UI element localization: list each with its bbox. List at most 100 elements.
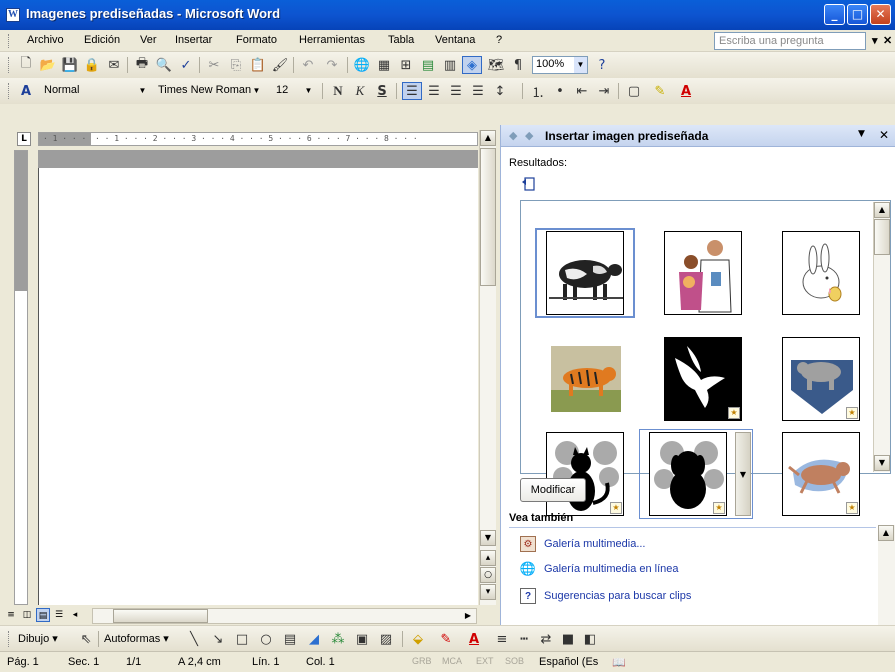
document-vertical-scrollbar[interactable]: ▲ ▼ ▴ ○ ▾ xyxy=(479,130,496,605)
drawing-icon[interactable]: ◈ xyxy=(462,56,482,74)
autoshapes-menu[interactable]: Autoformas ▾ xyxy=(104,632,169,645)
menu-ventana[interactable]: Ventana xyxy=(435,34,475,46)
modify-button[interactable]: Modificar xyxy=(520,478,586,502)
scroll-down-icon[interactable]: ▼ xyxy=(480,530,496,546)
scroll-up-icon[interactable]: ▲ xyxy=(480,130,496,146)
scroll-thumb[interactable] xyxy=(480,148,496,286)
menu-herramientas[interactable]: Herramientas xyxy=(299,34,365,46)
formatting-toolbar-grip[interactable] xyxy=(8,83,11,99)
borders-icon[interactable]: ▢ xyxy=(624,82,644,100)
hscroll-thumb[interactable] xyxy=(113,609,208,623)
clip-options-dropdown[interactable]: ▼ xyxy=(735,432,751,516)
next-page-icon[interactable]: ▾ xyxy=(480,584,496,600)
textbox-icon[interactable]: ▤ xyxy=(280,630,300,648)
chevron-down-icon[interactable]: ▼ xyxy=(250,83,263,99)
arrow-icon[interactable]: ↘ xyxy=(208,630,228,648)
back-icon[interactable]: ◆ xyxy=(509,129,517,142)
new-document-icon[interactable]: 🗋 xyxy=(16,56,36,74)
rectangle-icon[interactable]: □ xyxy=(232,630,252,648)
tab-selector[interactable]: L xyxy=(17,132,31,146)
minimize-button[interactable]: _ xyxy=(824,4,845,25)
chevron-down-icon[interactable]: ▼ xyxy=(136,83,149,99)
standard-toolbar-grip[interactable] xyxy=(8,57,11,73)
close-document-icon[interactable]: ✕ xyxy=(883,34,892,47)
clip-dove[interactable]: ★ xyxy=(653,334,753,424)
status-language[interactable]: Español (Es xyxy=(539,656,598,668)
shadow-icon[interactable]: ■ xyxy=(558,630,578,648)
arrow-style-icon[interactable]: ⇄ xyxy=(536,630,556,648)
clip-bear-arrow[interactable]: ★ xyxy=(771,334,871,424)
align-center-icon[interactable]: ☰ xyxy=(424,82,444,100)
clip-cat-jumping[interactable]: ★ xyxy=(771,429,871,519)
previous-page-icon[interactable]: ▴ xyxy=(480,550,496,566)
word-app-icon[interactable]: W xyxy=(6,8,20,22)
document-horizontal-scrollbar[interactable]: ▶ xyxy=(92,608,477,624)
align-left-icon[interactable]: ☰ xyxy=(402,82,422,100)
picture-icon[interactable]: ▨ xyxy=(376,630,396,648)
print-layout-icon[interactable]: ▤ xyxy=(36,608,50,622)
gallery-scrollbar[interactable]: ▲ ▼ xyxy=(873,202,890,472)
font-color-icon[interactable]: A xyxy=(676,82,696,100)
clip-tiger[interactable] xyxy=(535,334,635,424)
status-ext[interactable]: EXT xyxy=(476,656,494,666)
spelling-status-icon[interactable]: 📖 xyxy=(612,656,626,669)
clip-doctor-family[interactable] xyxy=(653,228,753,318)
task-pane-scrollbar[interactable]: ▲ xyxy=(878,525,895,625)
drawing-toolbar-grip[interactable] xyxy=(8,631,11,647)
gallery-scroll-thumb[interactable] xyxy=(874,219,890,255)
menu-ver[interactable]: Ver xyxy=(140,34,157,46)
task-pane-menu-icon[interactable]: ▼ xyxy=(858,129,865,139)
print-preview-icon[interactable]: 🔍 xyxy=(154,56,174,74)
task-pane-close-icon[interactable]: ✕ xyxy=(879,128,889,142)
zoom-select[interactable]: 100% ▼ xyxy=(532,56,588,74)
line-color-icon[interactable]: ✎ xyxy=(436,630,456,648)
clip-cow[interactable] xyxy=(535,228,635,318)
forward-icon[interactable]: ◆ xyxy=(525,129,533,142)
select-objects-icon[interactable]: ⇖ xyxy=(76,630,96,648)
fill-color-icon[interactable]: ⬙ xyxy=(408,630,428,648)
styles-icon[interactable]: A xyxy=(16,82,36,100)
menu-formato[interactable]: Formato xyxy=(236,34,277,46)
hyperlink-icon[interactable]: 🌐 xyxy=(352,56,372,74)
print-icon[interactable]: 🖶 xyxy=(132,56,152,74)
bullets-icon[interactable]: • xyxy=(550,82,570,100)
link-media-gallery[interactable]: ⚙ Galería multimedia... xyxy=(520,535,645,553)
format-painter-icon[interactable]: 🖌 xyxy=(270,56,290,74)
open-folder-icon[interactable]: 📂 xyxy=(38,56,58,74)
numbering-icon[interactable]: ⒈ xyxy=(528,82,548,101)
vertical-ruler[interactable] xyxy=(14,150,28,605)
align-right-icon[interactable]: ☰ xyxy=(446,82,466,100)
insert-table-icon[interactable]: ⊞ xyxy=(396,56,416,74)
highlight-icon[interactable]: ✎ xyxy=(650,82,670,100)
help-icon[interactable]: ? xyxy=(592,56,612,74)
draw-menu[interactable]: Dibujo ▾ xyxy=(18,632,58,645)
paste-icon[interactable]: 📋 xyxy=(248,56,268,74)
back-to-search-icon[interactable] xyxy=(521,177,535,191)
clipart-icon[interactable]: ▣ xyxy=(352,630,372,648)
document-map-icon[interactable]: 🗺 xyxy=(486,56,506,74)
diagram-icon[interactable]: ⁂ xyxy=(328,630,348,648)
show-hide-icon[interactable]: ¶ xyxy=(508,56,528,74)
font-select[interactable]: Times New Roman ▼ xyxy=(154,82,264,100)
ask-dropdown-icon[interactable]: ▾ xyxy=(872,34,878,47)
email-icon[interactable]: ✉ xyxy=(104,56,124,74)
columns-icon[interactable]: ▥ xyxy=(440,56,460,74)
link-online-gallery[interactable]: 🌐 Galería multimedia en línea xyxy=(520,560,679,578)
chevron-down-icon[interactable]: ▼ xyxy=(574,57,587,73)
draw-font-color-icon[interactable]: A xyxy=(464,630,484,648)
insert-excel-icon[interactable]: ▤ xyxy=(418,56,438,74)
close-button[interactable]: ✕ xyxy=(870,4,891,25)
italic-button[interactable]: K xyxy=(350,82,370,100)
permission-icon[interactable]: 🔒 xyxy=(82,56,102,74)
underline-button[interactable]: S xyxy=(372,82,392,100)
decrease-indent-icon[interactable]: ⇤ xyxy=(572,82,592,100)
menu-help[interactable]: ? xyxy=(496,34,502,46)
document-page[interactable] xyxy=(38,168,478,605)
clip-dog-silhouette[interactable]: ★ ▼ xyxy=(639,429,753,519)
menubar-grip[interactable] xyxy=(8,34,11,48)
status-mca[interactable]: MCA xyxy=(442,656,462,666)
maximize-button[interactable]: □ xyxy=(847,4,868,25)
browse-object-icon[interactable]: ○ xyxy=(480,567,496,583)
line-icon[interactable]: ╲ xyxy=(184,630,204,648)
status-grb[interactable]: GRB xyxy=(412,656,432,666)
